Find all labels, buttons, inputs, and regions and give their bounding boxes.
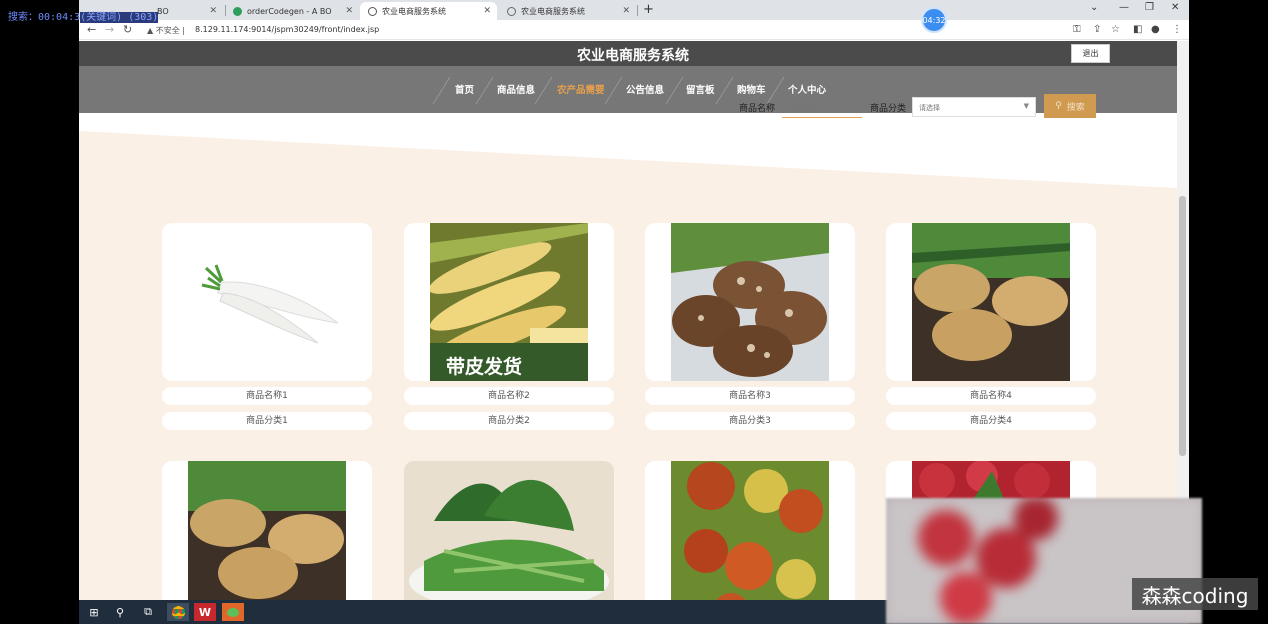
close-icon[interactable]: ✕ xyxy=(209,6,217,16)
recording-timer-badge: 04:32 xyxy=(921,7,947,33)
close-window-button[interactable]: ✕ xyxy=(1171,2,1179,13)
product-image-corn[interactable]: 带皮发货 xyxy=(404,223,614,381)
key-icon[interactable]: ⚿ xyxy=(1073,24,1081,35)
chrome-icon[interactable] xyxy=(167,603,189,621)
chevron-down-icon: ▼ xyxy=(1023,102,1029,110)
reload-icon[interactable]: ↻ xyxy=(123,23,132,36)
corn-photo: 带皮发货 xyxy=(430,223,588,381)
site-favicon-icon xyxy=(233,6,242,16)
product-card[interactable]: 商品名称4 商品分类4 xyxy=(886,223,1096,430)
profile-icon[interactable]: ● xyxy=(1151,24,1160,35)
product-image-jujube[interactable] xyxy=(645,461,855,600)
close-icon[interactable]: ✕ xyxy=(483,6,491,16)
product-name[interactable]: 商品名称3 xyxy=(645,387,855,405)
tab-search-chevron-icon[interactable]: ⌄ xyxy=(1090,2,1098,13)
site-header: 农业电商服务系统 退出 xyxy=(79,41,1177,66)
search-button[interactable]: ⚲ 搜索 xyxy=(1044,94,1096,118)
product-card[interactable] xyxy=(404,461,614,600)
product-category: 商品分类1 xyxy=(162,412,372,430)
product-category: 商品分类3 xyxy=(645,412,855,430)
menu-icon[interactable]: ⋮ xyxy=(1172,24,1182,35)
wps-icon[interactable]: W xyxy=(194,603,216,621)
scrollbar-thumb[interactable] xyxy=(1179,196,1186,456)
search-form: 商品名称 商品分类 请选择 ▼ ⚲ 搜索 xyxy=(79,94,1177,120)
mushroom-photo xyxy=(671,223,829,381)
globe-icon xyxy=(507,6,516,16)
jujube-photo xyxy=(671,461,829,600)
nav-message-board[interactable]: 留言板 xyxy=(686,82,715,96)
potato-photo xyxy=(188,461,346,600)
close-icon[interactable]: ✕ xyxy=(345,6,353,16)
desktop-screen: 搜索：00:04:3(关键词) (303) BO ✕ orderCodegen … xyxy=(0,0,1268,624)
product-card[interactable]: 商品名称3 商品分类3 xyxy=(645,223,855,430)
product-image-mushroom[interactable] xyxy=(645,223,855,381)
product-name[interactable]: 商品名称1 xyxy=(162,387,372,405)
potato-photo xyxy=(912,223,1070,381)
radish-photo xyxy=(188,223,346,381)
product-image-potato[interactable] xyxy=(162,461,372,600)
tab-label: 农业电商服务系统 xyxy=(382,6,446,16)
tab-label: 农业电商服务系统 xyxy=(521,6,585,16)
nav-farm-demand[interactable]: 农产品需要 xyxy=(557,82,605,96)
product-image-greens[interactable] xyxy=(404,461,614,600)
product-card[interactable] xyxy=(162,461,372,600)
product-name[interactable]: 商品名称4 xyxy=(886,387,1096,405)
globe-icon xyxy=(368,6,377,16)
url-field[interactable]: 8.129.11.174:9014/jspm30249/front/index.… xyxy=(195,25,379,34)
search-icon[interactable]: ⚲ xyxy=(109,603,131,621)
address-bar: ← → ↻ ▲ 不安全 | 8.129.11.174:9014/jspm3024… xyxy=(79,20,1189,40)
greens-photo xyxy=(404,461,614,600)
product-card[interactable] xyxy=(645,461,855,600)
close-icon[interactable]: ✕ xyxy=(622,6,630,16)
product-name-input[interactable] xyxy=(782,96,862,118)
corn-photo-caption: 带皮发货 xyxy=(446,355,522,378)
recorder-search-overlay: 搜索：00:04:3(关键词) (303) xyxy=(8,12,159,23)
tab-label: orderCodegen - A BO xyxy=(247,6,332,16)
security-warning[interactable]: ▲ 不安全 | xyxy=(147,25,185,36)
wechat-icon[interactable] xyxy=(222,603,244,621)
product-card[interactable]: 商品名称1 商品分类1 xyxy=(162,223,372,430)
nav-home[interactable]: 首页 xyxy=(455,82,474,96)
product-category: 商品分类2 xyxy=(404,412,614,430)
new-tab-button[interactable]: + xyxy=(643,2,654,17)
forward-arrow-icon[interactable]: → xyxy=(105,23,114,36)
nav-cart[interactable]: 购物车 xyxy=(737,82,766,96)
tab-strip: BO ✕ orderCodegen - A BO ✕ 农业电商服务系统 ✕ 农业… xyxy=(79,0,1189,20)
category-select[interactable]: 请选择 ▼ xyxy=(912,97,1036,117)
search-icon: ⚲ xyxy=(1055,101,1062,111)
nav-notices[interactable]: 公告信息 xyxy=(626,82,664,96)
product-card[interactable]: 带皮发货 商品名称2 商品分类2 xyxy=(404,223,614,430)
restore-button[interactable]: ❐ xyxy=(1145,2,1154,13)
share-icon[interactable]: ⇪ xyxy=(1093,24,1101,35)
logout-button[interactable]: 退出 xyxy=(1071,44,1110,63)
nav-user-center[interactable]: 个人中心 xyxy=(788,82,826,96)
nav-products[interactable]: 商品信息 xyxy=(497,82,535,96)
product-image-potato[interactable] xyxy=(886,223,1096,381)
tab-label: BO xyxy=(157,6,169,16)
category-label: 商品分类 xyxy=(870,104,907,114)
product-category: 商品分类4 xyxy=(886,412,1096,430)
sidebar-icon[interactable]: ◧ xyxy=(1133,24,1142,35)
minimize-button[interactable]: — xyxy=(1119,2,1129,13)
select-value: 请选择 xyxy=(919,104,940,112)
star-icon[interactable]: ☆ xyxy=(1111,24,1120,35)
task-view-icon[interactable]: ⧉ xyxy=(137,603,159,621)
tab-4[interactable]: 农业电商服务系统 ✕ xyxy=(499,2,636,20)
name-label: 商品名称 xyxy=(739,104,776,114)
channel-watermark: 森森coding xyxy=(1132,578,1258,610)
product-image-radish[interactable] xyxy=(162,223,372,381)
back-arrow-icon[interactable]: ← xyxy=(87,23,96,36)
site-title: 农业电商服务系统 xyxy=(577,48,689,64)
tab-3-active[interactable]: 农业电商服务系统 ✕ xyxy=(360,2,497,20)
product-name[interactable]: 商品名称2 xyxy=(404,387,614,405)
tab-2[interactable]: orderCodegen - A BO ✕ xyxy=(225,2,359,20)
windows-start-icon[interactable]: ⊞ xyxy=(83,603,105,621)
